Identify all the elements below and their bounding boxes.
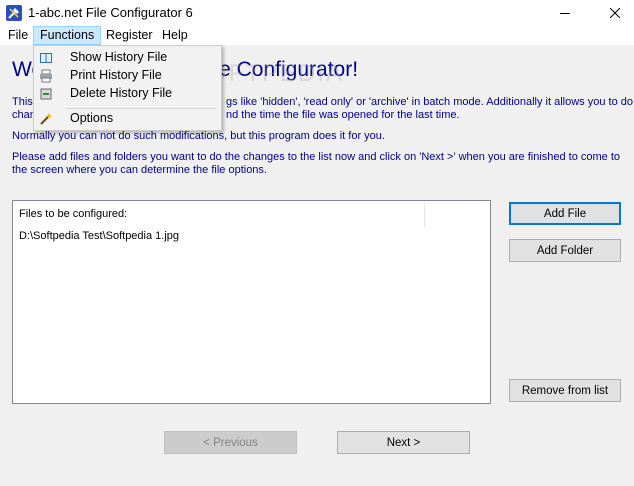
remove-from-list-button[interactable]: Remove from list (509, 379, 621, 402)
delete-file-icon (40, 88, 52, 100)
previous-button[interactable]: < Previous (164, 431, 297, 454)
add-file-button[interactable]: Add File (509, 202, 621, 225)
intro-line-1-right: gs like 'hidden', 'read only' or 'archiv… (226, 96, 633, 108)
menu-help[interactable]: Help (156, 26, 194, 45)
window-title: 1-abc.net File Configurator 6 (28, 5, 193, 20)
close-icon (610, 8, 620, 18)
menu-item-label: Show History File (70, 50, 168, 64)
minimize-button[interactable] (542, 0, 588, 26)
minimize-icon (560, 12, 570, 14)
menu-functions[interactable]: Functions (33, 26, 102, 45)
intro-line-1-left: This (12, 96, 33, 108)
magic-wand-icon (40, 113, 52, 125)
instructions-line-2: the screen where you can determine the f… (12, 164, 267, 176)
next-button[interactable]: Next > (337, 431, 470, 454)
list-item[interactable]: D:\Softpedia Test\Softpedia 1.jpg (19, 230, 179, 242)
instructions-line-1: Please add files and folders you want to… (12, 151, 621, 163)
menu-item-print-history[interactable]: Print History File (34, 67, 221, 85)
menu-item-show-history[interactable]: Show History File (34, 49, 221, 67)
book-icon (40, 53, 52, 63)
add-folder-button[interactable]: Add Folder (509, 239, 621, 262)
file-list[interactable]: Files to be configured: D:\Softpedia Tes… (12, 200, 491, 404)
menu-item-options[interactable]: Options (34, 110, 221, 128)
menu-separator (66, 108, 216, 109)
file-list-header[interactable]: Files to be configured: (19, 208, 127, 220)
printer-icon (40, 69, 52, 83)
menu-item-label: Options (70, 111, 114, 125)
intro-line-1: This (12, 96, 33, 108)
menu-register[interactable]: Register (100, 26, 159, 45)
title-bar: 1-abc.net File Configurator 6 (0, 0, 634, 26)
intro-line-3: Normally you can not do such modificatio… (12, 130, 385, 142)
menu-bar: File Functions Register Help (0, 26, 634, 46)
functions-dropdown: Show History File Print History File Del… (33, 45, 222, 131)
app-tools-icon (6, 5, 22, 21)
close-button[interactable] (596, 0, 634, 26)
menu-file[interactable]: File (2, 26, 34, 45)
menu-item-delete-history[interactable]: Delete History File (34, 85, 221, 103)
menu-item-label: Print History File (70, 68, 162, 82)
intro-line-2-right: nd the time the file was opened for the … (226, 109, 460, 121)
column-separator[interactable] (424, 203, 425, 227)
menu-item-label: Delete History File (70, 86, 173, 100)
